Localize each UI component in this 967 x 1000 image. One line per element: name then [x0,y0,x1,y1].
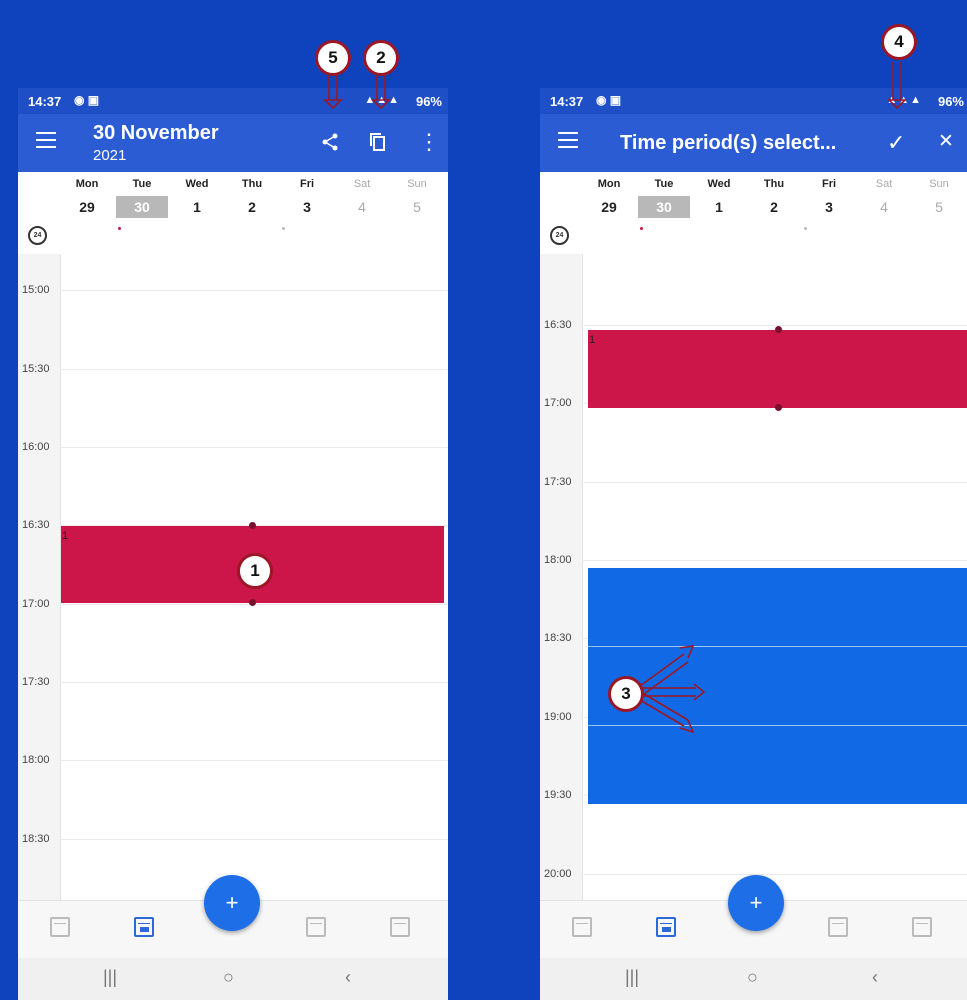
arrow-4 [887,62,907,110]
callout-3: 3 [608,676,644,712]
callout-1: 1 [237,553,273,589]
arrow-3-down [639,693,695,734]
callout-2: 2 [363,40,399,76]
arrow-3-up [639,644,695,695]
annotation-arrows [323,62,907,734]
callout-5: 5 [315,40,351,76]
arrow-5 [323,76,343,110]
arrow-2 [371,76,391,110]
callout-4: 4 [881,24,917,60]
